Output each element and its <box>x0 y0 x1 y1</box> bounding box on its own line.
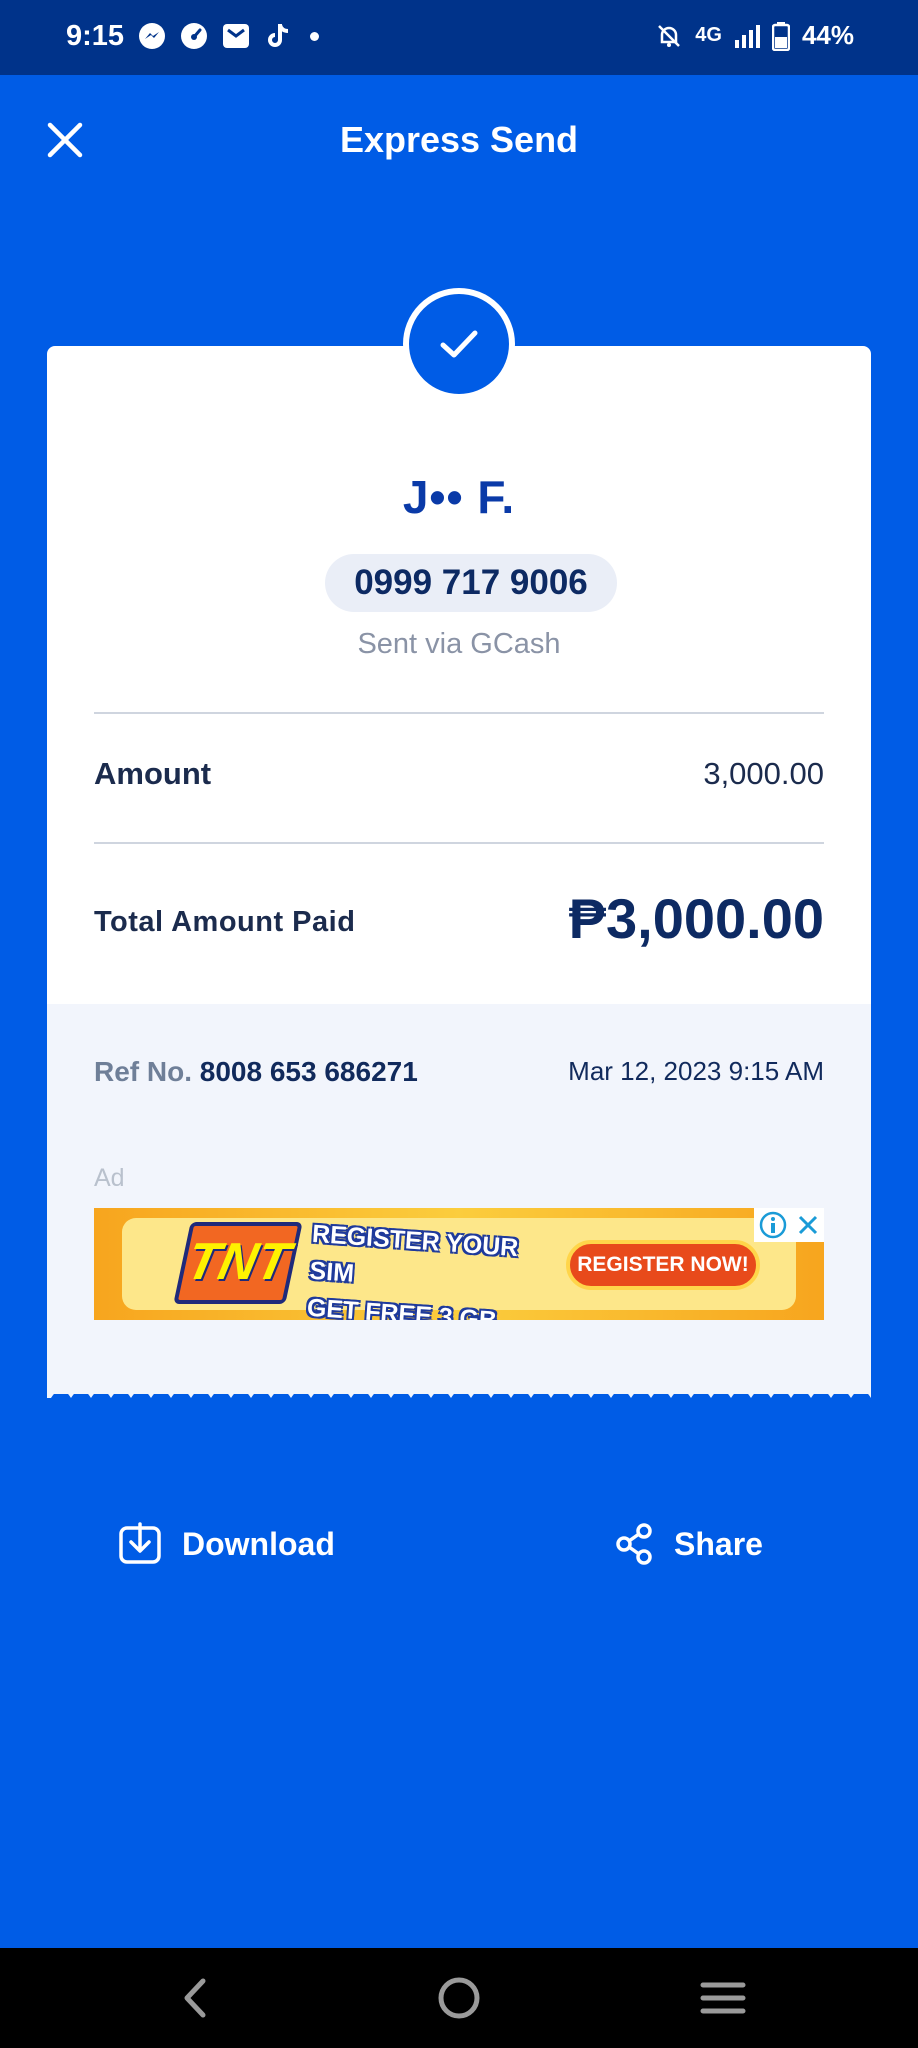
back-icon[interactable] <box>165 1973 225 2023</box>
ad-label: Ad <box>94 1164 125 1192</box>
silent-bell-icon <box>658 24 681 47</box>
status-bar: 9:15 4G 44% <box>0 0 918 75</box>
amount-value: 3,000.00 <box>703 756 824 791</box>
messenger-icon <box>139 23 165 49</box>
recipient-name: J•• F. <box>402 471 516 523</box>
receipt-card: J•• F. 0999 717 9006 Sent via GCash Amou… <box>47 346 871 1394</box>
battery-icon <box>771 21 790 51</box>
status-time: 9:15 <box>66 20 125 52</box>
ad-brand-logo: TNT <box>173 1222 303 1304</box>
ref-number: 8008 653 686271 <box>199 1056 418 1087</box>
system-nav-bar <box>0 1948 918 2048</box>
recents-icon[interactable] <box>693 1973 753 2023</box>
recipient-phone: 0999 717 9006 <box>325 554 617 612</box>
success-badge <box>403 288 515 400</box>
total-value: ₱3,000.00 <box>568 887 824 950</box>
ad-banner[interactable]: TNT REGISTER YOUR SIM GET FREE 3 GB DATA… <box>94 1208 824 1320</box>
network-type: 4G <box>695 24 722 46</box>
share-button[interactable]: Share <box>614 1514 763 1574</box>
download-icon <box>119 1522 161 1564</box>
share-label: Share <box>674 1525 763 1562</box>
ad-info-icon[interactable] <box>759 1211 787 1239</box>
battery-percent: 44% <box>801 20 854 50</box>
status-right: 4G 44% <box>655 20 854 51</box>
more-notifications-dot <box>310 31 319 41</box>
divider <box>94 712 824 714</box>
receipt-torn-edge <box>47 1378 871 1398</box>
home-icon[interactable] <box>429 1973 489 2023</box>
checkmark-icon <box>440 330 478 358</box>
transaction-date: Mar 12, 2023 9:15 AM <box>568 1056 824 1086</box>
share-icon <box>616 1523 652 1565</box>
sent-via-text: Sent via GCash <box>357 628 561 660</box>
divider <box>94 842 824 844</box>
page-title: Express Send <box>339 119 579 160</box>
notification-icons <box>138 22 319 50</box>
reference-line: Ref No. 8008 653 686271 <box>94 1056 418 1088</box>
ad-close-icon[interactable] <box>796 1213 820 1237</box>
ad-text: REGISTER YOUR SIM GET FREE 3 GB DATA <box>303 1216 553 1320</box>
signal-icon <box>734 24 760 48</box>
ad-cta-button[interactable]: REGISTER NOW! <box>566 1240 760 1290</box>
speedometer-icon <box>181 23 207 49</box>
download-button[interactable]: Download <box>118 1514 335 1574</box>
total-label: Total Amount Paid <box>94 906 356 938</box>
inbox-icon <box>223 24 249 48</box>
app-header: Express Send <box>0 75 918 205</box>
ref-label: Ref No. <box>94 1056 192 1087</box>
download-label: Download <box>182 1525 335 1562</box>
tiktok-icon <box>268 24 289 47</box>
amount-label: Amount <box>94 756 212 791</box>
ad-controls <box>754 1208 824 1242</box>
receipt-footer: Ref No. 8008 653 686271 Mar 12, 2023 9:1… <box>47 1004 871 1394</box>
